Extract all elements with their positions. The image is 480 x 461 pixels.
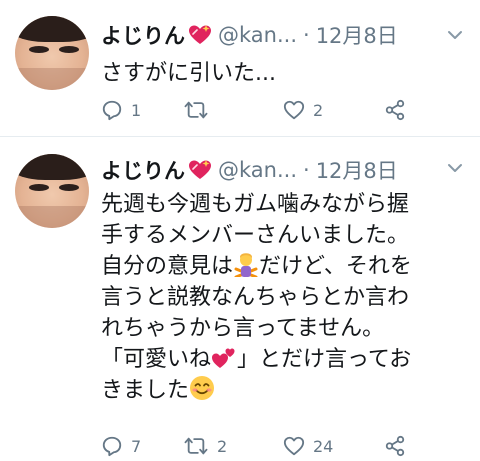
display-name[interactable]: よじりん	[101, 155, 185, 185]
like-button[interactable]: 24	[283, 431, 333, 461]
handle[interactable]: @kan...	[218, 158, 297, 182]
tweet-text-line: きました	[101, 375, 471, 406]
handle[interactable]: @kan...	[218, 23, 297, 47]
smiling-face-emoji-icon	[190, 376, 215, 400]
tweet-date[interactable]: 12月8日	[316, 155, 398, 185]
share-icon	[384, 435, 406, 457]
tweet-text-segment: 」とだけ言ってお	[237, 347, 412, 372]
like-button[interactable]: 2	[283, 95, 323, 125]
tweet-text-segment: 自分の意見は	[101, 254, 234, 279]
avatar-shade	[15, 206, 89, 228]
person-gesturing-no-emoji-icon	[234, 253, 258, 277]
tweet-text-segment: だけど、それを	[259, 254, 412, 279]
avatar-shade	[15, 68, 89, 90]
reply-icon	[101, 435, 123, 457]
retweet-icon	[183, 435, 209, 457]
tweet-text-line: 言うと説教なんちゃらとか言わ	[101, 285, 410, 310]
retweet-icon	[183, 99, 209, 121]
tweet-header: よじりん @kan... · 12月8日	[101, 155, 398, 185]
avatar-hair	[15, 16, 89, 42]
tweet-actions: 7 2 24	[101, 431, 421, 461]
like-icon	[283, 99, 305, 121]
retweet-button[interactable]	[183, 95, 217, 125]
like-icon	[283, 435, 305, 457]
sparkling-heart-icon	[188, 159, 212, 181]
tweet-actions: 1 2	[101, 95, 421, 125]
avatar-eye	[29, 46, 49, 53]
tweet-text: さすがに引いた...	[101, 58, 471, 89]
tweet-text-segment: 「可愛いね	[101, 347, 212, 372]
tweet-text-line: 自分の意見は だけど、それを	[101, 251, 471, 282]
reply-button[interactable]: 7	[101, 431, 141, 461]
share-button[interactable]	[384, 95, 406, 125]
two-hearts-emoji-icon	[212, 348, 235, 368]
avatar-hair	[15, 154, 89, 180]
like-count: 24	[313, 436, 334, 456]
avatar-eye	[29, 184, 49, 191]
chevron-down-icon[interactable]	[444, 157, 466, 179]
tweet-text-line: 「可愛いね 」とだけ言ってお	[101, 344, 471, 375]
tweet-text-segment: きました	[101, 378, 190, 403]
meta-separator: ·	[303, 23, 310, 47]
reply-count: 7	[131, 436, 142, 456]
tweet-text-line: さすがに引いた...	[101, 61, 276, 86]
tweet-text-line: 手するメンバーさんいました。	[101, 223, 410, 248]
meta-separator: ·	[303, 158, 310, 182]
avatar-eye	[59, 46, 79, 53]
share-button[interactable]	[384, 431, 406, 461]
reply-count: 1	[131, 100, 142, 120]
reply-icon	[101, 99, 123, 121]
tweet[interactable]: よじりん @kan... · 12月8日 先週も今週もガム噛みながら握 手するメ…	[0, 136, 480, 461]
chevron-down-icon[interactable]	[444, 24, 466, 46]
tweet-header: よじりん @kan... · 12月8日	[101, 20, 398, 50]
tweet-text-line: れちゃうから言ってません。	[101, 316, 385, 341]
tweet[interactable]: よじりん @kan... · 12月8日 さすがに引いた... 1 2	[0, 0, 480, 136]
retweet-count: 2	[217, 436, 228, 456]
share-icon	[384, 99, 406, 121]
like-count: 2	[313, 100, 324, 120]
avatar-eye	[59, 184, 79, 191]
tweet-text: 先週も今週もガム噛みながら握 手するメンバーさんいました。 自分の意見は だけど、…	[101, 189, 471, 406]
tweet-date[interactable]: 12月8日	[316, 20, 398, 50]
retweet-button[interactable]: 2	[183, 431, 227, 461]
tweet-text-line: 先週も今週もガム噛みながら握	[101, 192, 410, 217]
display-name[interactable]: よじりん	[101, 20, 185, 50]
sparkling-heart-icon	[188, 24, 212, 46]
reply-button[interactable]: 1	[101, 95, 141, 125]
avatar[interactable]	[15, 16, 89, 90]
avatar[interactable]	[15, 154, 89, 228]
